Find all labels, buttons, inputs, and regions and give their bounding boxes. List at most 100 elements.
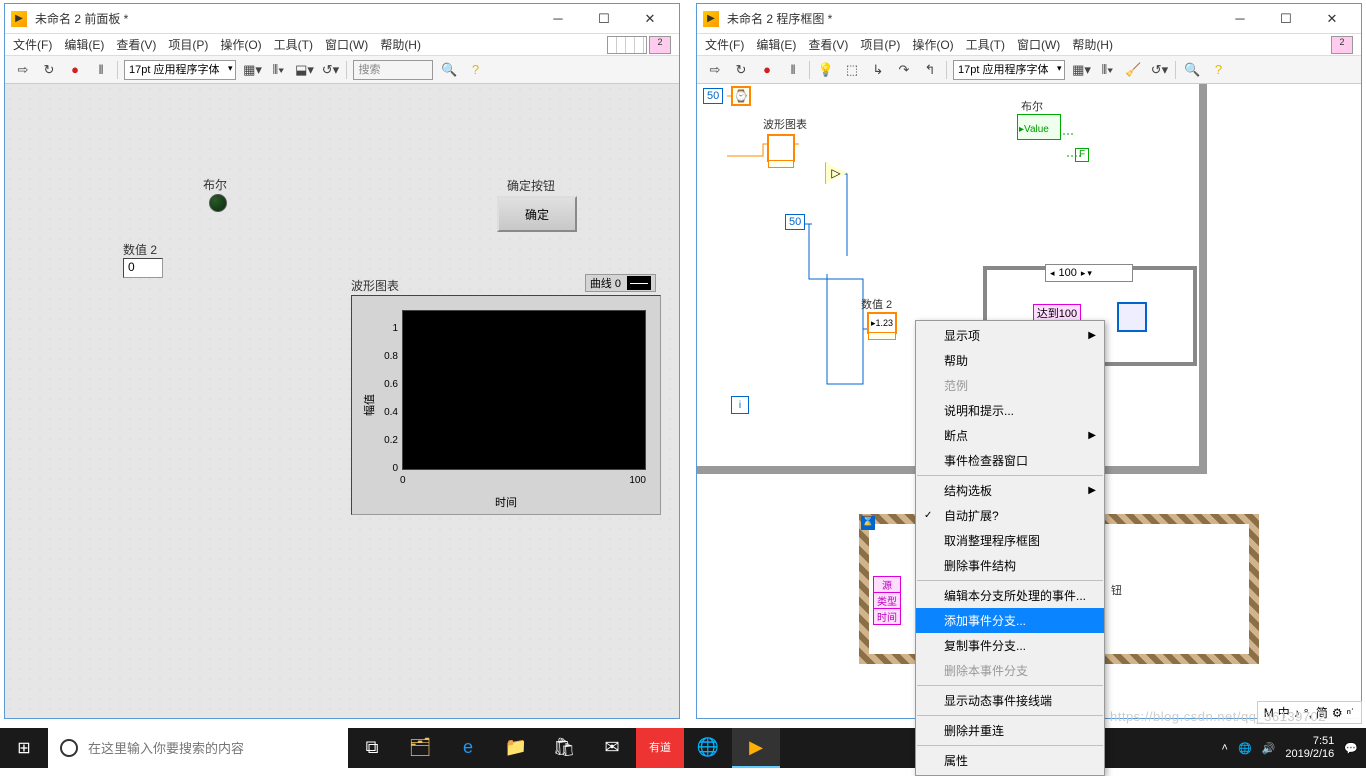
- store-icon[interactable]: 🛍: [540, 728, 588, 768]
- menu-operate[interactable]: 操作(O): [912, 36, 953, 53]
- chart-legend[interactable]: 曲线 0: [585, 274, 656, 292]
- fp-search[interactable]: 搜索: [353, 60, 433, 80]
- context-menu-item[interactable]: 属性: [916, 748, 1104, 773]
- false-const[interactable]: F: [1075, 148, 1089, 162]
- chart-terminal[interactable]: [767, 134, 795, 162]
- vi-icon[interactable]: 2: [649, 36, 671, 54]
- taskbar-search[interactable]: [48, 728, 348, 768]
- taskbar-search-input[interactable]: [88, 741, 336, 756]
- ime-item[interactable]: ⚙: [1332, 706, 1343, 720]
- context-menu-item[interactable]: 帮助: [916, 348, 1104, 373]
- vi-icon[interactable]: 2: [1331, 36, 1353, 54]
- context-menu-item[interactable]: 删除事件结构: [916, 553, 1104, 578]
- tray-time[interactable]: 7:51: [1285, 735, 1334, 748]
- mail-icon[interactable]: ✉: [588, 728, 636, 768]
- menu-edit[interactable]: 编辑(E): [756, 36, 796, 53]
- ok-button[interactable]: 确定: [497, 196, 577, 232]
- context-menu-item[interactable]: 结构选板▶: [916, 478, 1104, 503]
- run-continuous-button[interactable]: ↻: [731, 60, 751, 80]
- dialog-node[interactable]: [1117, 302, 1147, 332]
- distribute-button[interactable]: ⫴▾: [1097, 60, 1117, 80]
- context-menu-item[interactable]: 显示项▶: [916, 323, 1104, 348]
- chrome-icon[interactable]: 🌐: [684, 728, 732, 768]
- step-over-icon[interactable]: ↷: [894, 60, 914, 80]
- folder-icon[interactable]: 📁: [492, 728, 540, 768]
- event-timeout-icon[interactable]: ⌛: [861, 516, 875, 530]
- menu-tools[interactable]: 工具(T): [274, 36, 313, 53]
- menu-project[interactable]: 项目(P): [168, 36, 208, 53]
- event-data-node[interactable]: 源 类型 时间: [873, 576, 901, 625]
- distribute-button[interactable]: ⫴▾: [268, 60, 288, 80]
- fp-menubar[interactable]: 文件(F) 编辑(E) 查看(V) 项目(P) 操作(O) 工具(T) 窗口(W…: [5, 34, 679, 56]
- context-menu-item[interactable]: 自动扩展?✓: [916, 503, 1104, 528]
- resize-button[interactable]: ⬓▾: [294, 60, 314, 80]
- run-button[interactable]: ⇨: [13, 60, 33, 80]
- menu-file[interactable]: 文件(F): [705, 36, 744, 53]
- notifications-icon[interactable]: 💬: [1344, 742, 1358, 755]
- tray-date[interactable]: 2019/2/16: [1285, 748, 1334, 761]
- taskbar[interactable]: ⊞ ⧉ 🗂 e 📁 🛍 ✉ 有道 🌐 ▶ ˄ 🌐 🔊 7:51 2019/2/1…: [0, 728, 1366, 768]
- menu-operate[interactable]: 操作(O): [220, 36, 261, 53]
- context-menu-item[interactable]: 添加事件分支...: [916, 608, 1104, 633]
- context-menu-item[interactable]: 取消整理程序框图: [916, 528, 1104, 553]
- context-menu[interactable]: 显示项▶帮助范例说明和提示...断点▶事件检查器窗口结构选板▶自动扩展?✓取消整…: [915, 320, 1105, 776]
- menu-window[interactable]: 窗口(W): [325, 36, 368, 53]
- menu-project[interactable]: 项目(P): [860, 36, 900, 53]
- alignment-grid-icon[interactable]: [607, 36, 647, 54]
- close-button[interactable]: ✕: [627, 4, 673, 34]
- context-menu-item[interactable]: 编辑本分支所处理的事件...: [916, 583, 1104, 608]
- abort-button[interactable]: ●: [65, 60, 85, 80]
- font-selector[interactable]: 17pt 应用程序字体: [124, 60, 236, 80]
- search-icon[interactable]: 🔍: [439, 60, 459, 80]
- context-menu-item[interactable]: 复制事件分支...: [916, 633, 1104, 658]
- context-menu-item[interactable]: 显示动态事件接线端: [916, 688, 1104, 713]
- reorder-button[interactable]: ↺▾: [320, 60, 340, 80]
- context-menu-item[interactable]: 事件检查器窗口: [916, 448, 1104, 473]
- pause-button[interactable]: ‖: [783, 60, 803, 80]
- step-into-icon[interactable]: ↳: [868, 60, 888, 80]
- case-selector[interactable]: 100: [1045, 264, 1133, 282]
- wait-ms-icon[interactable]: ⌚: [731, 86, 751, 106]
- menu-file[interactable]: 文件(F): [13, 36, 52, 53]
- context-menu-item[interactable]: 说明和提示...: [916, 398, 1104, 423]
- context-menu-item[interactable]: 断点▶: [916, 423, 1104, 448]
- tray-network-icon[interactable]: 🌐: [1238, 742, 1252, 755]
- align-button[interactable]: ▦▾: [242, 60, 262, 80]
- explorer-icon[interactable]: 🗂: [396, 728, 444, 768]
- menu-view[interactable]: 查看(V): [808, 36, 848, 53]
- const-50[interactable]: 50: [703, 88, 723, 104]
- labview-taskbar-icon[interactable]: ▶: [732, 728, 780, 768]
- close-button[interactable]: ✕: [1309, 4, 1355, 34]
- value-property[interactable]: ▸Value: [1017, 124, 1049, 135]
- menu-help[interactable]: 帮助(H): [380, 36, 421, 53]
- waveform-chart[interactable]: 曲线 0 幅值 时间 0 0.2 0.4 0.6 0.8 1 0 100: [351, 295, 661, 515]
- iteration-terminal[interactable]: i: [731, 396, 749, 414]
- menu-window[interactable]: 窗口(W): [1017, 36, 1060, 53]
- ime-item[interactable]: ⁿ˙: [1347, 706, 1355, 720]
- pause-button[interactable]: ‖: [91, 60, 111, 80]
- search-icon[interactable]: 🔍: [1182, 60, 1202, 80]
- retain-wire-icon[interactable]: ⬚: [842, 60, 862, 80]
- step-out-icon[interactable]: ↰: [920, 60, 940, 80]
- edge-icon[interactable]: e: [444, 728, 492, 768]
- align-button[interactable]: ▦▾: [1071, 60, 1091, 80]
- numeric2-terminal[interactable]: ▸1.23: [867, 312, 897, 334]
- maximize-button[interactable]: ☐: [1263, 4, 1309, 34]
- maximize-button[interactable]: ☐: [581, 4, 627, 34]
- font-selector[interactable]: 17pt 应用程序字体: [953, 60, 1065, 80]
- run-button[interactable]: ⇨: [705, 60, 725, 80]
- const-50b[interactable]: 50: [785, 214, 805, 230]
- minimize-button[interactable]: ─: [1217, 4, 1263, 34]
- tray-up-icon[interactable]: ˄: [1222, 742, 1228, 754]
- run-continuous-button[interactable]: ↻: [39, 60, 59, 80]
- bool-led[interactable]: [209, 194, 227, 212]
- help-icon[interactable]: ?: [1208, 60, 1228, 80]
- context-menu-item[interactable]: 删除并重连: [916, 718, 1104, 743]
- cleanup-button[interactable]: 🧹: [1123, 60, 1143, 80]
- abort-button[interactable]: ●: [757, 60, 777, 80]
- start-button[interactable]: ⊞: [0, 728, 48, 768]
- reorder-button[interactable]: ↺▾: [1149, 60, 1169, 80]
- tray-volume-icon[interactable]: 🔊: [1262, 742, 1276, 755]
- menu-help[interactable]: 帮助(H): [1072, 36, 1113, 53]
- task-view-icon[interactable]: ⧉: [348, 728, 396, 768]
